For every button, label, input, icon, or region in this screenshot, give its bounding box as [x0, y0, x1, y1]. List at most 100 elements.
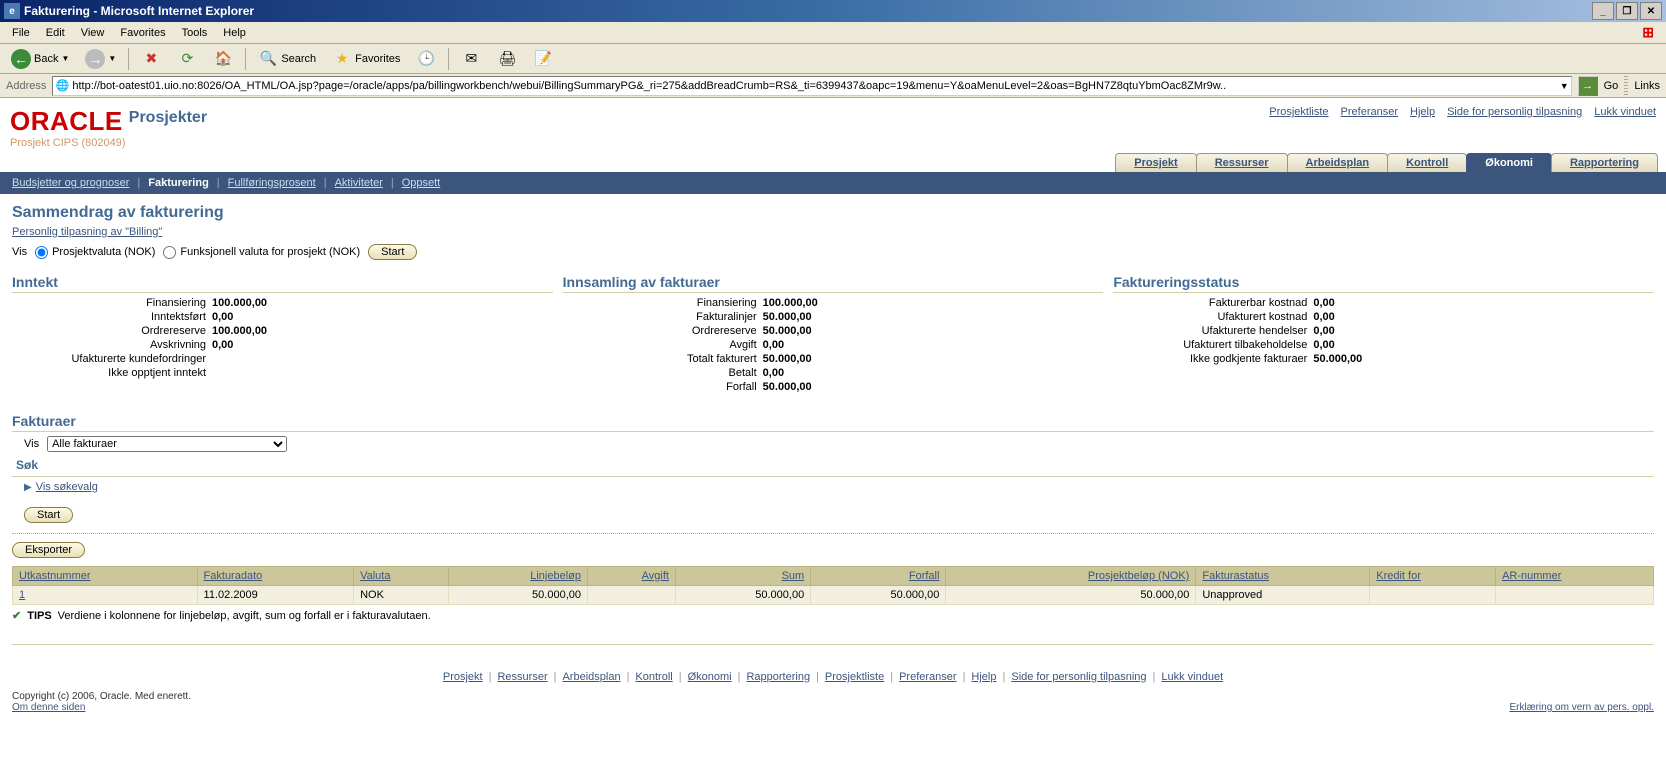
tab-arbeidsplan[interactable]: Arbeidsplan	[1287, 153, 1389, 172]
about-page-link[interactable]: Om denne siden	[12, 702, 85, 713]
copyright-text: Copyright (c) 2006, Oracle. Med enerett.	[12, 691, 191, 702]
menu-help[interactable]: Help	[215, 24, 254, 42]
menu-file[interactable]: File	[4, 24, 38, 42]
footer-link-ressurser[interactable]: Ressurser	[497, 671, 547, 683]
menu-tools[interactable]: Tools	[174, 24, 216, 42]
footer-link-side-for-personlig-tilpasning[interactable]: Side for personlig tilpasning	[1011, 671, 1146, 683]
address-input[interactable]: 🌐 http://bot-oatest01.uio.no:8026/OA_HTM…	[52, 76, 1571, 96]
col-forfall[interactable]: Forfall	[811, 567, 946, 586]
col-kredit-for[interactable]: Kredit for	[1370, 567, 1496, 586]
home-button[interactable]: 🏠	[206, 45, 240, 73]
link-side-tilpasning[interactable]: Side for personlig tilpasning	[1447, 106, 1582, 118]
kv-label: Inntektsført	[12, 311, 212, 323]
address-dropdown-icon[interactable]: ▼	[1560, 81, 1569, 91]
col-prosjektbeløp-nok-[interactable]: Prosjektbeløp (NOK)	[946, 567, 1196, 586]
kv-value: 100.000,00	[763, 297, 818, 309]
vis-sokevalg-link[interactable]: ▶ Vis søkevalg	[24, 481, 1654, 493]
toolbar: ←Back▼ →▼ ✖ ⟳ 🏠 🔍Search ★Favorites 🕒 ✉ 🖨…	[0, 44, 1666, 74]
footer-link-hjelp[interactable]: Hjelp	[971, 671, 996, 683]
cell-avgift	[587, 586, 675, 605]
history-button[interactable]: 🕒	[409, 45, 443, 73]
page-icon: 🌐	[55, 79, 69, 92]
minimize-button[interactable]: _	[1592, 2, 1614, 20]
forward-button[interactable]: →▼	[78, 45, 123, 73]
col-ar-nummer[interactable]: AR-nummer	[1496, 567, 1654, 586]
col-sum[interactable]: Sum	[675, 567, 810, 586]
links-label[interactable]: Links	[1634, 80, 1660, 92]
kv-label: Ufakturerte kundefordringer	[12, 353, 212, 365]
tab-økonomi[interactable]: Økonomi	[1466, 153, 1552, 172]
eksporter-button[interactable]: Eksporter	[12, 542, 85, 558]
refresh-icon: ⟳	[177, 49, 197, 69]
radio-prosjektvaluta[interactable]: Prosjektvaluta (NOK)	[35, 246, 155, 259]
kv-label: Avgift	[563, 339, 763, 351]
footer-link-prosjektliste[interactable]: Prosjektliste	[825, 671, 884, 683]
col-valuta[interactable]: Valuta	[354, 567, 449, 586]
kv-value: 0,00	[1313, 311, 1334, 323]
start-button[interactable]: Start	[368, 244, 417, 260]
link-lukk-vinduet[interactable]: Lukk vinduet	[1594, 106, 1656, 118]
vis-label: Vis	[12, 246, 27, 258]
menu-favorites[interactable]: Favorites	[112, 24, 173, 42]
kv-value: 0,00	[763, 367, 784, 379]
personalize-link[interactable]: Personlig tilpasning av "Billing"	[12, 226, 162, 238]
subtab-fakturering[interactable]: Fakturering	[148, 177, 209, 189]
kv-row: Avskrivning0,00	[12, 339, 553, 351]
star-icon: ★	[332, 49, 352, 69]
subtab-oppsett[interactable]: Oppsett	[402, 177, 441, 189]
cell-linjebelop: 50.000,00	[448, 586, 587, 605]
fakturaer-start-button[interactable]: Start	[24, 507, 73, 523]
invoice-nr-link[interactable]: 1	[19, 589, 25, 601]
menu-edit[interactable]: Edit	[38, 24, 73, 42]
kv-row: Totalt fakturert50.000,00	[563, 353, 1104, 365]
tab-rapportering[interactable]: Rapportering	[1551, 153, 1658, 172]
mail-button[interactable]: ✉	[454, 45, 488, 73]
stop-button[interactable]: ✖	[134, 45, 168, 73]
subtab-fullføringsprosent[interactable]: Fullføringsprosent	[228, 177, 316, 189]
kv-value: 50.000,00	[763, 325, 812, 337]
search-button[interactable]: 🔍Search	[251, 45, 323, 73]
back-button[interactable]: ←Back▼	[4, 45, 76, 73]
footer-link-økonomi[interactable]: Økonomi	[688, 671, 732, 683]
kv-row: Finansiering100.000,00	[12, 297, 553, 309]
kv-value: 0,00	[1313, 297, 1334, 309]
menu-view[interactable]: View	[73, 24, 113, 42]
footer-link-prosjekt[interactable]: Prosjekt	[443, 671, 483, 683]
link-prosjektliste[interactable]: Prosjektliste	[1269, 106, 1328, 118]
favorites-button[interactable]: ★Favorites	[325, 45, 407, 73]
go-button[interactable]: →	[1578, 76, 1598, 96]
link-hjelp[interactable]: Hjelp	[1410, 106, 1435, 118]
subtab-budsjetter-og-prognoser[interactable]: Budsjetter og prognoser	[12, 177, 129, 189]
refresh-button[interactable]: ⟳	[170, 45, 204, 73]
kv-value: 50.000,00	[763, 381, 812, 393]
fakturaer-vis-select[interactable]: Alle fakturaer	[47, 436, 287, 452]
edit-button[interactable]: 📝	[526, 45, 560, 73]
footer-link-arbeidsplan[interactable]: Arbeidsplan	[562, 671, 620, 683]
col-fakturastatus[interactable]: Fakturastatus	[1196, 567, 1370, 586]
toolbar-grip[interactable]	[1624, 76, 1628, 96]
print-button[interactable]: 🖨	[490, 45, 524, 73]
tab-ressurser[interactable]: Ressurser	[1196, 153, 1288, 172]
privacy-link[interactable]: Erklæring om vern av pers. oppl.	[1509, 702, 1654, 713]
go-label: Go	[1604, 80, 1619, 92]
restore-button[interactable]: ❐	[1616, 2, 1638, 20]
col-utkastnummer[interactable]: Utkastnummer	[13, 567, 198, 586]
cell-utkastnummer: 1	[13, 586, 198, 605]
radio-funksjonell-valuta[interactable]: Funksjonell valuta for prosjekt (NOK)	[163, 246, 360, 259]
kv-value: 50.000,00	[763, 353, 812, 365]
footer-link-rapportering[interactable]: Rapportering	[746, 671, 810, 683]
kv-label: Ufakturert tilbakeholdelse	[1113, 339, 1313, 351]
footer-link-preferanser[interactable]: Preferanser	[899, 671, 956, 683]
subtab-aktiviteter[interactable]: Aktiviteter	[335, 177, 383, 189]
tab-kontroll[interactable]: Kontroll	[1387, 153, 1467, 172]
tip-icon: ✔	[12, 609, 21, 622]
tab-prosjekt[interactable]: Prosjekt	[1115, 153, 1196, 172]
col-fakturadato[interactable]: Fakturadato	[197, 567, 354, 586]
col-linjebeløp[interactable]: Linjebeløp	[448, 567, 587, 586]
link-preferanser[interactable]: Preferanser	[1341, 106, 1398, 118]
col-avgift[interactable]: Avgift	[587, 567, 675, 586]
footer-link-kontroll[interactable]: Kontroll	[635, 671, 672, 683]
close-window-button[interactable]: ✕	[1640, 2, 1662, 20]
project-name: Prosjekt CIPS (802049)	[0, 137, 1666, 153]
footer-link-lukk-vinduet[interactable]: Lukk vinduet	[1161, 671, 1223, 683]
